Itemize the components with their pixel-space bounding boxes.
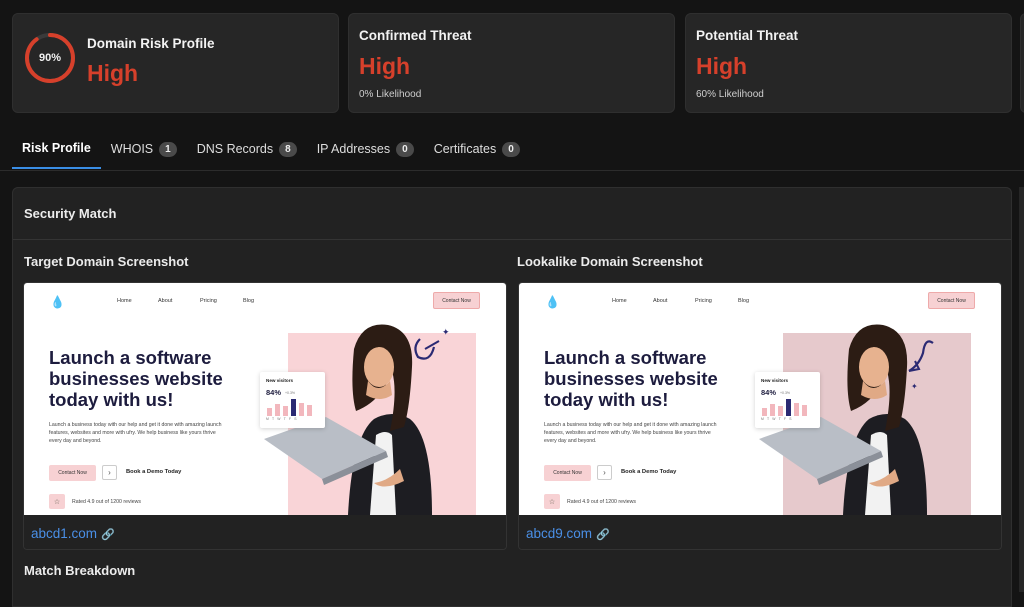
target-screenshot-card: 💧 Home About Pricing Blog Contact Now La… xyxy=(23,282,507,550)
lookalike-screenshot[interactable]: 💧 Home About Pricing Blog Contact Now La… xyxy=(519,283,1001,515)
confirmed-likelihood: 0% Likelihood xyxy=(359,89,422,100)
visitors-bar xyxy=(275,404,280,416)
svg-text:✦: ✦ xyxy=(442,327,450,337)
star-icon: ☆ xyxy=(544,494,560,509)
tab-dns-records[interactable]: DNS Records 8 xyxy=(187,129,307,169)
risk-title: Domain Risk Profile xyxy=(87,36,215,51)
right-edge-panel xyxy=(1019,187,1024,592)
tab-whois[interactable]: WHOIS 1 xyxy=(101,129,187,169)
confirmed-level: High xyxy=(359,53,411,79)
visitors-title: New visitors xyxy=(266,378,294,383)
visitors-bar xyxy=(802,405,807,416)
site-rating: Rated 4.9 out of 1200 reviews xyxy=(72,499,141,505)
link-icon: 🔗 xyxy=(596,529,610,541)
tab-certificates[interactable]: Certificates 0 xyxy=(424,129,530,169)
count-badge: 1 xyxy=(159,141,177,157)
tab-ip-addresses[interactable]: IP Addresses 0 xyxy=(307,129,424,169)
tab-label: Risk Profile xyxy=(22,141,91,155)
visitors-bar xyxy=(267,408,272,416)
divider xyxy=(13,239,1011,240)
site-nav-home: Home xyxy=(117,298,132,304)
tab-divider xyxy=(0,170,1024,171)
site-headline: Launch a software businesses website tod… xyxy=(544,347,718,410)
visitors-days: MTWTFS xyxy=(761,417,795,421)
tab-risk-profile[interactable]: Risk Profile xyxy=(12,129,101,169)
target-label: Target Domain Screenshot xyxy=(24,254,189,269)
visitors-bar xyxy=(778,406,783,416)
new-visitors-widget: New visitors 84% +0.3% MTWTFS xyxy=(260,372,325,428)
tab-bar: Risk Profile WHOIS 1 DNS Records 8 IP Addr… xyxy=(12,129,530,171)
count-badge: 0 xyxy=(502,141,520,157)
visitors-bar xyxy=(794,403,799,416)
potential-title: Potential Threat xyxy=(696,28,799,43)
site-paragraph: Launch a business today with our help an… xyxy=(544,422,717,444)
new-visitors-widget: New visitors 84% +0.3% MTWTFS xyxy=(755,372,820,428)
tab-label: DNS Records xyxy=(196,142,274,156)
visitors-bar xyxy=(786,399,791,416)
site-rating: Rated 4.9 out of 1200 reviews xyxy=(567,499,636,505)
arrow-right-icon: › xyxy=(102,465,117,480)
visitors-bar xyxy=(307,405,312,416)
drop-logo-icon: 💧 xyxy=(545,295,560,309)
drop-logo-icon: 💧 xyxy=(50,295,65,309)
confirmed-threat-card: Confirmed Threat High 0% Likelihood xyxy=(348,13,675,113)
site-nav-about: About xyxy=(158,298,173,304)
security-match-panel: Security Match Target Domain Screenshot … xyxy=(12,187,1012,607)
potential-likelihood: 60% Likelihood xyxy=(696,89,764,100)
visitors-value: 84% xyxy=(761,388,777,397)
site-contact-button: Contact Now xyxy=(433,292,480,309)
svg-text:✦: ✦ xyxy=(911,382,918,391)
target-domain: abcd1.com xyxy=(31,526,98,541)
visitors-title: New visitors xyxy=(761,378,789,383)
star-icon: ☆ xyxy=(49,494,65,509)
visitors-bar xyxy=(770,404,775,416)
lookalike-domain-link[interactable]: abcd9.com 🔗 xyxy=(526,526,610,541)
risk-level: High xyxy=(87,60,139,86)
site-nav-blog: Blog xyxy=(738,298,750,304)
site-nav-pricing: Pricing xyxy=(200,298,217,304)
visitors-days: MTWTFS xyxy=(266,417,300,421)
visitors-change: +0.3% xyxy=(780,391,791,395)
lookalike-label: Lookalike Domain Screenshot xyxy=(517,254,703,269)
visitors-bar xyxy=(762,408,767,416)
visitors-change: +0.3% xyxy=(285,391,296,395)
site-nav-blog: Blog xyxy=(243,298,255,304)
lookalike-screenshot-card: 💧 Home About Pricing Blog Contact Now La… xyxy=(518,282,1002,550)
site-headline: Launch a software businesses website tod… xyxy=(49,347,223,410)
tab-label: IP Addresses xyxy=(316,142,391,156)
site-contact-button: Contact Now xyxy=(928,292,975,309)
risk-percent: 90% xyxy=(38,52,62,64)
site-demo-link: Book a Demo Today xyxy=(621,469,677,475)
section-title: Security Match xyxy=(24,206,117,221)
visitors-value: 84% xyxy=(266,388,282,397)
target-footer: abcd1.com 🔗 xyxy=(24,515,506,549)
edge-card xyxy=(1020,13,1024,113)
site-nav-about: About xyxy=(653,298,668,304)
target-screenshot[interactable]: 💧 Home About Pricing Blog Contact Now La… xyxy=(24,283,506,515)
site-paragraph: Launch a business today with our help an… xyxy=(49,422,222,444)
visitors-bar xyxy=(291,399,296,416)
tab-label: Certificates xyxy=(433,142,497,156)
domain-risk-card: 90% Domain Risk Profile High xyxy=(12,13,339,113)
count-badge: 0 xyxy=(396,141,414,157)
arrow-right-icon: › xyxy=(597,465,612,480)
lookalike-footer: abcd9.com 🔗 xyxy=(519,515,1001,549)
visitors-bar xyxy=(283,406,288,416)
lookalike-domain: abcd9.com xyxy=(526,526,593,541)
target-domain-link[interactable]: abcd1.com 🔗 xyxy=(31,526,115,541)
visitors-bar xyxy=(299,403,304,416)
site-nav-home: Home xyxy=(612,298,627,304)
site-hero-button: Contact Now xyxy=(49,465,96,481)
site-nav-pricing: Pricing xyxy=(695,298,712,304)
site-demo-link: Book a Demo Today xyxy=(126,469,182,475)
potential-level: High xyxy=(696,53,748,79)
count-badge: 8 xyxy=(279,141,297,157)
link-icon: 🔗 xyxy=(101,529,115,541)
confirmed-title: Confirmed Threat xyxy=(359,28,472,43)
potential-threat-card: Potential Threat High 60% Likelihood xyxy=(685,13,1012,113)
site-hero-button: Contact Now xyxy=(544,465,591,481)
match-breakdown-title: Match Breakdown xyxy=(24,563,136,578)
tab-label: WHOIS xyxy=(110,142,154,156)
